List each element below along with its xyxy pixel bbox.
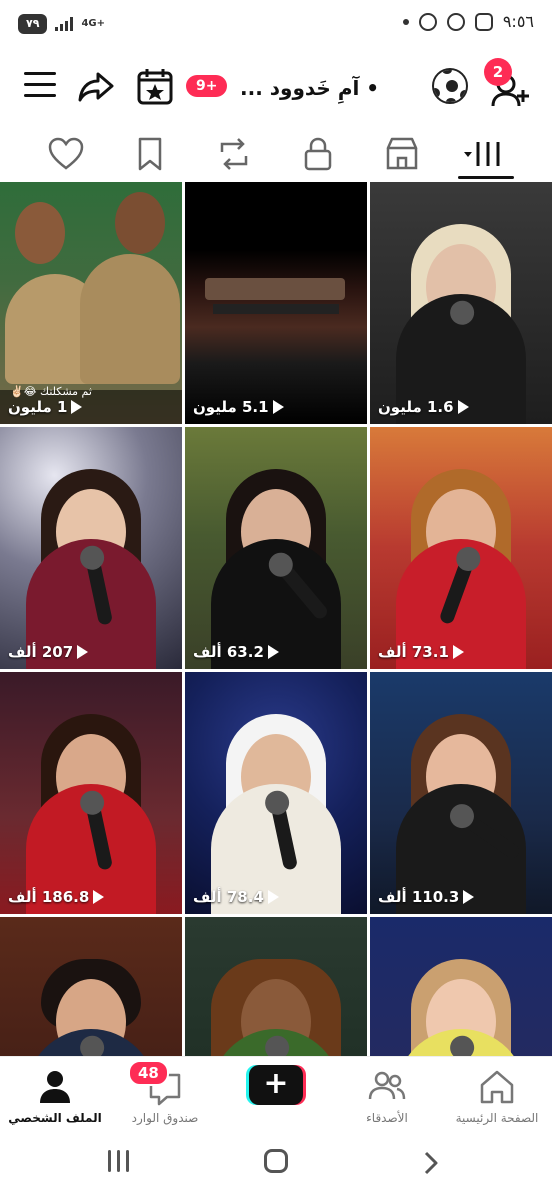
play-icon bbox=[457, 400, 469, 414]
status-bar: ٧٩ 4G+ ٩:٥٦ bbox=[0, 0, 552, 50]
video-tile[interactable]: 186.8 ألف bbox=[0, 672, 182, 914]
grid-icon[interactable] bbox=[464, 136, 504, 172]
view-count: 5.1 مليون bbox=[193, 398, 284, 416]
profile-header: 9+ • آمِ خَدوود ... 2 bbox=[0, 52, 552, 122]
video-grid: ثم مشكلتك 😂✌🏻 1 مليون 5.1 مليون 1.6 مليو… bbox=[0, 182, 552, 1056]
friends-icon bbox=[368, 1071, 406, 1100]
view-count: 207 ألف bbox=[8, 643, 89, 661]
video-tile[interactable] bbox=[185, 917, 367, 1056]
calendar-badge: 9+ bbox=[186, 75, 228, 97]
video-tile[interactable] bbox=[370, 917, 552, 1056]
lock-icon[interactable] bbox=[298, 136, 338, 172]
play-icon bbox=[77, 645, 89, 659]
battery-indicator: ٧٩ bbox=[18, 14, 48, 34]
nav-profile[interactable]: الملف الشخصي bbox=[0, 1065, 110, 1133]
follow-requests-badge: 2 bbox=[484, 58, 512, 86]
chat-icon bbox=[446, 12, 465, 31]
profile-icon bbox=[40, 1071, 70, 1103]
view-count: 1.6 مليون bbox=[378, 398, 469, 416]
video-tile[interactable] bbox=[0, 917, 182, 1056]
repost-icon[interactable] bbox=[214, 136, 254, 172]
soccer-ball-avatar[interactable] bbox=[432, 68, 468, 104]
video-tile[interactable]: 1.6 مليون bbox=[370, 182, 552, 424]
profile-username[interactable]: • آمِ خَدوود ... bbox=[240, 76, 379, 100]
home-button[interactable] bbox=[264, 1149, 288, 1173]
view-count: 63.2 ألف bbox=[193, 643, 279, 661]
status-right: ٩:٥٦ bbox=[402, 12, 534, 31]
nav-friends-label: الأصدقاء bbox=[366, 1111, 408, 1125]
video-tile[interactable]: ثم مشكلتك 😂✌🏻 1 مليون bbox=[0, 182, 182, 424]
bookmark-icon[interactable] bbox=[130, 136, 170, 172]
create-button[interactable]: + bbox=[246, 1065, 306, 1105]
nav-home[interactable]: الصفحة الرئيسية bbox=[442, 1065, 552, 1133]
video-tile[interactable]: 63.2 ألف bbox=[185, 427, 367, 669]
video-tile[interactable]: 78.4 ألف bbox=[185, 672, 367, 914]
play-icon bbox=[71, 400, 83, 414]
play-icon bbox=[267, 890, 279, 904]
nav-inbox-label: صندوق الوارد bbox=[131, 1111, 199, 1125]
heart-icon[interactable] bbox=[46, 136, 86, 172]
view-count: 186.8 ألف bbox=[8, 888, 105, 906]
video-tile[interactable]: 73.1 ألف bbox=[370, 427, 552, 669]
view-count: 110.3 ألف bbox=[378, 888, 475, 906]
whatsapp-icon bbox=[418, 12, 437, 31]
view-count: 78.4 ألف bbox=[193, 888, 279, 906]
clock: ٩:٥٦ bbox=[502, 12, 534, 31]
menu-icon[interactable] bbox=[24, 72, 56, 100]
video-tile[interactable]: 110.3 ألف bbox=[370, 672, 552, 914]
video-tile[interactable]: 207 ألف bbox=[0, 427, 182, 669]
video-tile[interactable]: 5.1 مليون bbox=[185, 182, 367, 424]
play-icon bbox=[272, 400, 284, 414]
notification-dot-icon bbox=[402, 18, 409, 25]
system-nav-bar bbox=[0, 1134, 552, 1195]
play-icon bbox=[452, 645, 464, 659]
nav-profile-label: الملف الشخصي bbox=[8, 1111, 102, 1125]
inbox-badge: 48 bbox=[128, 1060, 169, 1086]
screenshot-icon bbox=[474, 12, 493, 31]
play-icon bbox=[463, 890, 475, 904]
bottom-nav: الملف الشخصي صندوق الوارد + الأصدقاء الص… bbox=[0, 1056, 552, 1134]
nav-friends[interactable]: الأصدقاء bbox=[332, 1065, 442, 1133]
play-icon bbox=[93, 890, 105, 904]
signal-icon bbox=[55, 17, 74, 31]
recents-button[interactable] bbox=[108, 1150, 129, 1172]
plus-icon: + bbox=[249, 1065, 303, 1105]
shop-icon[interactable] bbox=[382, 136, 422, 172]
calendar-star-icon[interactable] bbox=[136, 66, 174, 110]
active-tab-indicator bbox=[458, 176, 514, 179]
status-left: ٧٩ 4G+ bbox=[18, 14, 105, 34]
nav-home-label: الصفحة الرئيسية bbox=[455, 1111, 539, 1125]
share-icon[interactable] bbox=[76, 66, 116, 110]
home-icon bbox=[480, 1070, 514, 1104]
video-caption: ثم مشكلتك 😂✌🏻 bbox=[10, 385, 92, 398]
network-type: 4G+ bbox=[81, 18, 105, 29]
play-icon bbox=[267, 645, 279, 659]
view-count: 73.1 ألف bbox=[378, 643, 464, 661]
back-button[interactable] bbox=[420, 1150, 440, 1180]
profile-tabs bbox=[0, 128, 552, 180]
view-count: 1 مليون bbox=[8, 398, 83, 416]
